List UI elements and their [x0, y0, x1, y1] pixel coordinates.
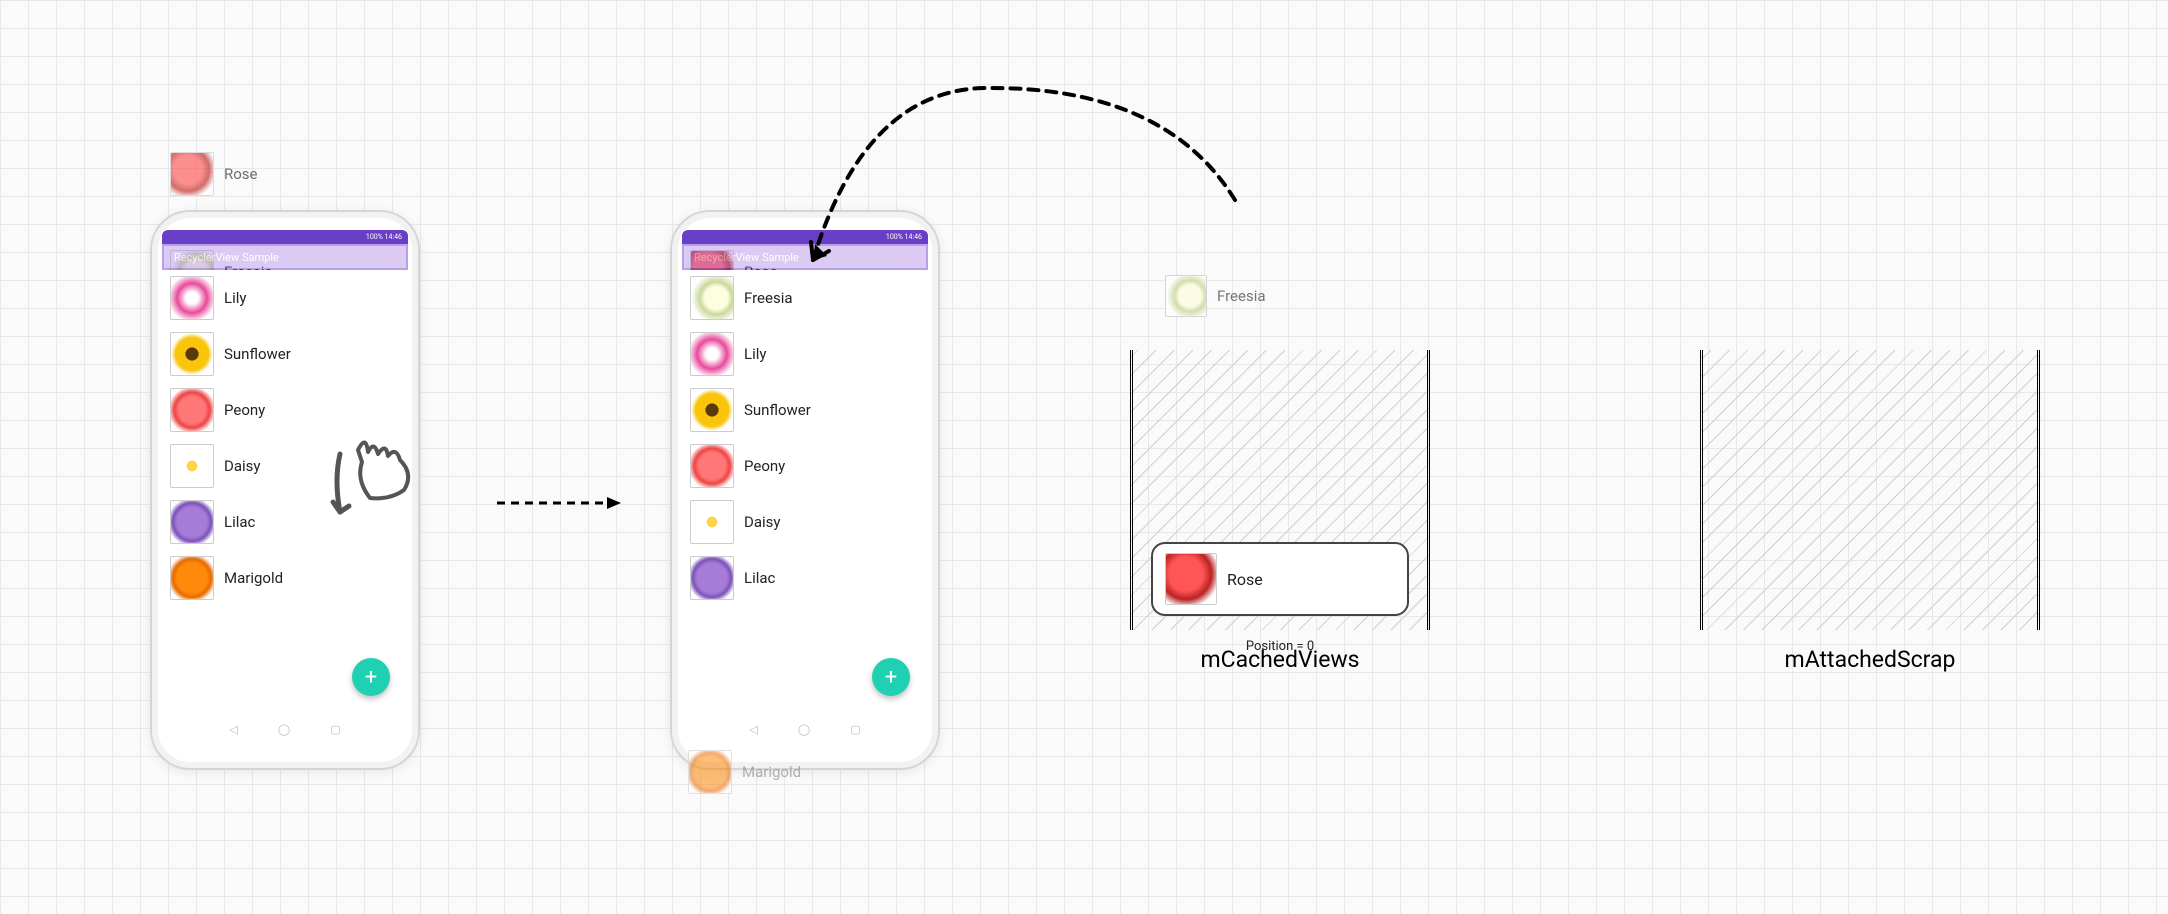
mattachedscrap-title: mAttachedScrap: [1700, 646, 2040, 673]
status-text: 100% 14:46: [366, 233, 402, 241]
flower-thumb-icon: [1165, 553, 1217, 605]
plus-icon: +: [365, 665, 377, 690]
list-item-label: Freesia: [1217, 287, 1266, 305]
transition-arrow-icon: [495, 493, 625, 513]
list-item-label: Sunflower: [224, 345, 291, 363]
plus-icon: +: [885, 665, 897, 690]
list-item-label: Freesia: [744, 289, 793, 307]
nav-buttons: ◁ ◯ ▢: [162, 723, 408, 736]
list-item-label: Daisy: [744, 513, 781, 531]
flower-thumb-icon: [690, 276, 734, 320]
list-item-label: Peony: [744, 457, 785, 475]
fab-button[interactable]: +: [352, 658, 390, 696]
list-item-label: Marigold: [224, 569, 283, 587]
phone-after: 100% 14:46 RecyclerView Sample Rose Free…: [670, 210, 940, 770]
status-bar: 100% 14:46: [162, 230, 408, 244]
list-item-label: Rose: [224, 165, 258, 183]
flower-thumb-icon: [170, 500, 214, 544]
recycle-arrow-icon: [805, 80, 1245, 280]
list-item-label: Lily: [224, 289, 246, 307]
fab-button[interactable]: +: [872, 658, 910, 696]
nav-recent-icon[interactable]: ▢: [330, 723, 340, 736]
list-item[interactable]: Lily: [682, 326, 928, 382]
mattachedscrap-container: mAttachedScrap: [1700, 350, 2040, 630]
list-item[interactable]: Lily: [162, 270, 408, 326]
flower-thumb-icon: [170, 276, 214, 320]
mcachedviews-container: Rose Position = 0 mCachedViews: [1130, 350, 1430, 630]
flower-thumb-icon: [170, 556, 214, 600]
nav-home-icon[interactable]: ◯: [278, 723, 290, 736]
cached-viewholder-card: Rose: [1151, 542, 1409, 616]
nav-buttons: ◁ ◯ ▢: [682, 723, 928, 736]
list-item[interactable]: Sunflower: [162, 326, 408, 382]
flower-thumb-icon: [170, 332, 214, 376]
swipe-down-gesture-icon: [318, 440, 418, 550]
nav-back-icon[interactable]: ◁: [749, 723, 757, 736]
flower-thumb-icon: [690, 500, 734, 544]
position-label: Position = 0: [1133, 639, 1427, 654]
list-item-label: Marigold: [742, 763, 801, 781]
list-item[interactable]: Peony: [162, 382, 408, 438]
recycler-list[interactable]: Rose Freesia Lily Sunflower Peony Daisy …: [682, 270, 928, 606]
flower-thumb-icon: [170, 388, 214, 432]
freesia-entering-cache: Freesia: [1165, 275, 1266, 317]
cache-slot-area: [1700, 350, 2040, 630]
recycler-list[interactable]: Freesia Lily Sunflower Peony Daisy Lilac…: [162, 270, 408, 606]
list-item-label: Lily: [744, 345, 766, 363]
flower-thumb-icon: [170, 152, 214, 196]
cached-card-label: Rose: [1227, 570, 1263, 589]
flower-thumb-icon: [1165, 275, 1207, 317]
nav-recent-icon[interactable]: ▢: [850, 723, 860, 736]
nav-home-icon[interactable]: ◯: [798, 723, 810, 736]
list-item-scrolled-out-bottom: Marigold: [680, 744, 880, 800]
list-item-label: Sunflower: [744, 401, 811, 419]
flower-thumb-icon: [690, 332, 734, 376]
list-item[interactable]: Marigold: [162, 550, 408, 606]
flower-thumb-icon: [170, 444, 214, 488]
flower-thumb-icon: [690, 444, 734, 488]
flower-thumb-icon: [688, 750, 732, 794]
nav-back-icon[interactable]: ◁: [229, 723, 237, 736]
list-item-scrolled-out: Rose: [162, 146, 342, 202]
list-item[interactable]: Daisy: [682, 494, 928, 550]
list-item[interactable]: Peony: [682, 438, 928, 494]
list-item-label: Peony: [224, 401, 265, 419]
list-item-label: Lilac: [744, 569, 775, 587]
list-item[interactable]: Sunflower: [682, 382, 928, 438]
flower-thumb-icon: [690, 388, 734, 432]
list-item-label: Lilac: [224, 513, 255, 531]
list-item[interactable]: Lilac: [682, 550, 928, 606]
flower-thumb-icon: [690, 556, 734, 600]
cache-slot-area: Rose Position = 0: [1130, 350, 1430, 630]
phone-screen: 100% 14:46 RecyclerView Sample Rose Free…: [682, 230, 928, 740]
list-item-label: Daisy: [224, 457, 261, 475]
